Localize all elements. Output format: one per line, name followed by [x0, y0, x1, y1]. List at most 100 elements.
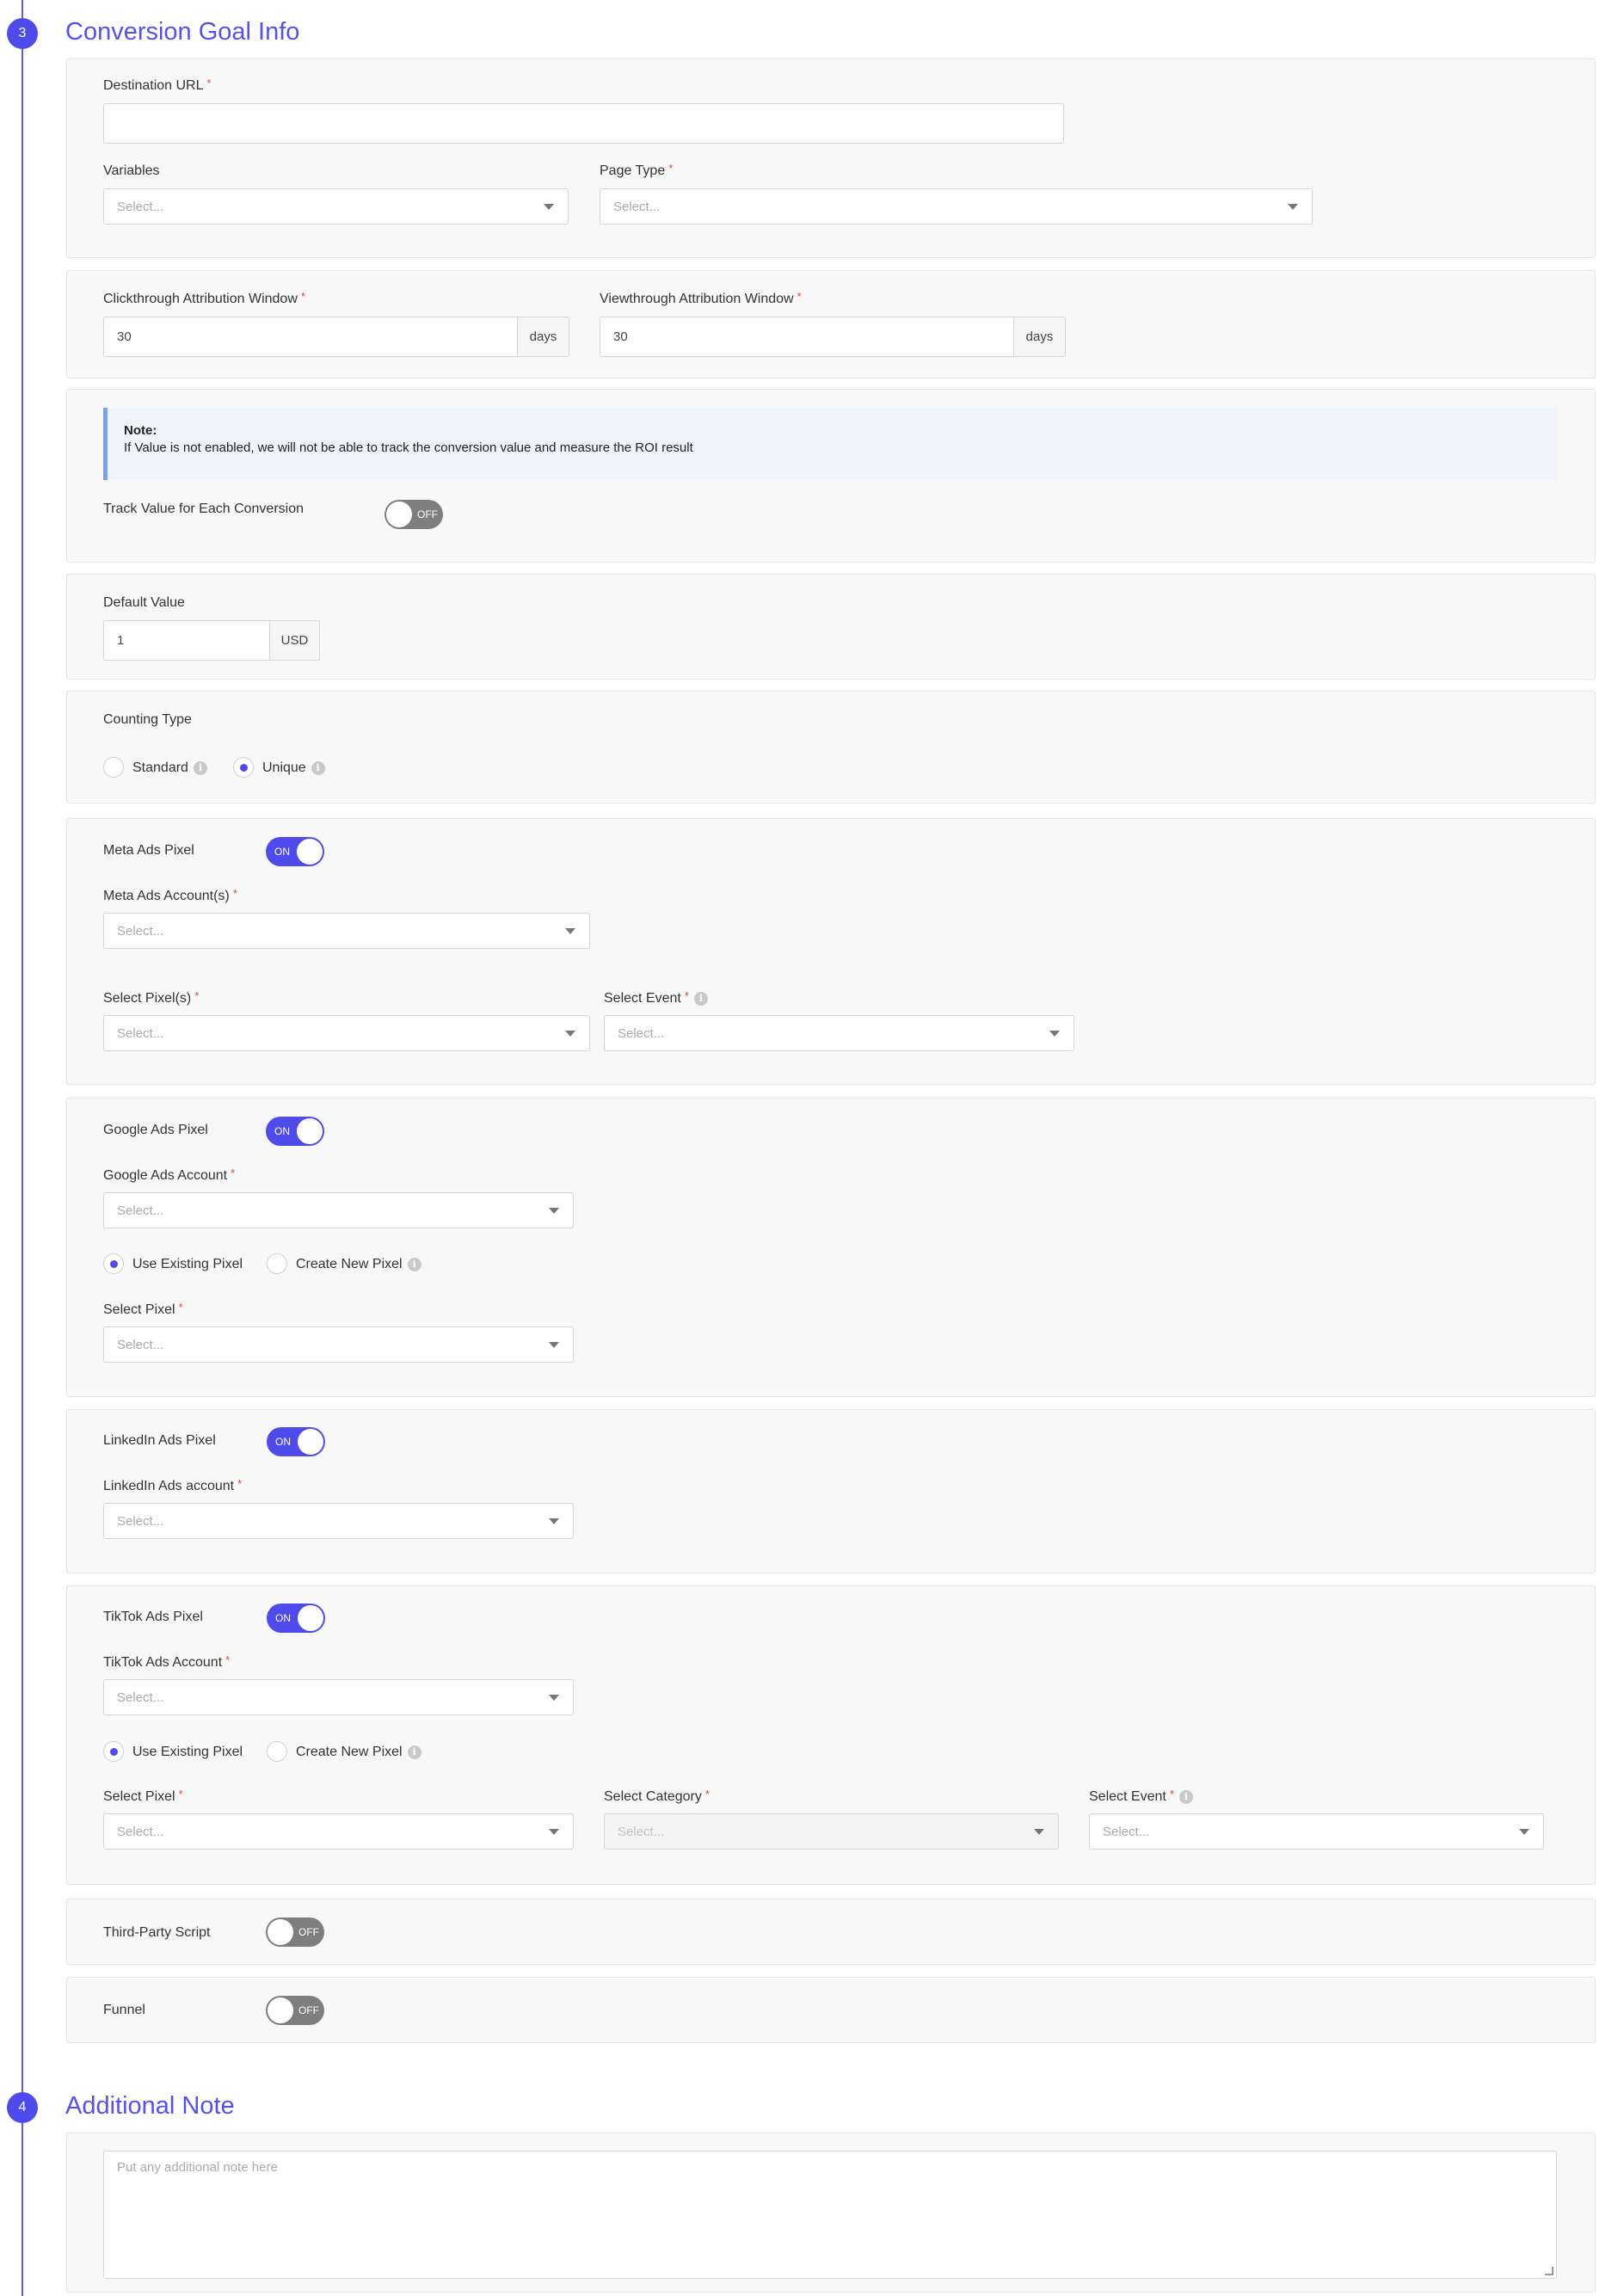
viewthrough-input[interactable]: 30: [600, 317, 1014, 357]
info-icon[interactable]: i: [693, 991, 708, 1006]
chevron-down-icon: [549, 1342, 559, 1348]
google-pixel-label: Google Ads Pixel: [103, 1123, 208, 1137]
tiktok-pixel-card: TikTok Ads Pixel ON TikTok Ads Account * …: [66, 1585, 1596, 1885]
track-value-card: Note: If Value is not enabled, we will n…: [66, 389, 1596, 563]
resize-handle-icon[interactable]: [1545, 2267, 1553, 2275]
unique-option[interactable]: Unique i: [262, 760, 325, 776]
chevron-down-icon: [1049, 1031, 1060, 1037]
linkedin-pixel-label: LinkedIn Ads Pixel: [103, 1433, 216, 1448]
timeline-line: [22, 0, 23, 2296]
info-icon[interactable]: i: [1178, 1789, 1193, 1804]
info-icon[interactable]: i: [311, 760, 325, 775]
default-value-input[interactable]: 1: [103, 620, 270, 661]
tiktok-pixel-toggle[interactable]: ON: [267, 1604, 325, 1633]
viewthrough-unit: days: [1014, 317, 1066, 357]
additional-note-card: Put any additional note here: [66, 2133, 1596, 2293]
meta-pixel-card: Meta Ads Pixel ON Meta Ads Account(s) * S…: [66, 818, 1596, 1085]
destination-url-label: Destination URL *: [103, 77, 212, 93]
chevron-down-icon: [1288, 204, 1298, 210]
funnel-card: Funnel OFF: [66, 1977, 1596, 2043]
info-icon[interactable]: i: [407, 1257, 421, 1271]
note-title: Note:: [124, 423, 157, 438]
meta-pixel-select-label: Select Pixel(s) *: [103, 989, 200, 1006]
standard-option[interactable]: Standard i: [132, 760, 207, 776]
clickthrough-input[interactable]: 30: [103, 317, 518, 357]
tiktok-use-existing-radio[interactable]: [103, 1741, 124, 1762]
tiktok-account-label: TikTok Ads Account *: [103, 1653, 231, 1670]
chevron-down-icon: [549, 1695, 559, 1701]
google-pixel-card: Google Ads Pixel ON Google Ads Account * …: [66, 1098, 1596, 1397]
chevron-down-icon: [1519, 1829, 1529, 1835]
third-party-toggle[interactable]: OFF: [266, 1917, 324, 1947]
page-type-label: Page Type *: [600, 162, 674, 178]
google-pixel-select-label: Select Pixel *: [103, 1301, 183, 1317]
info-icon[interactable]: i: [407, 1745, 421, 1759]
section-title-conversion: Conversion Goal Info: [65, 18, 300, 46]
google-use-existing-radio[interactable]: [103, 1253, 124, 1274]
google-account-label: Google Ads Account *: [103, 1166, 236, 1183]
meta-event-label: Select Event * i: [604, 989, 708, 1006]
section-title-additional-note: Additional Note: [65, 2092, 235, 2120]
google-use-existing-option[interactable]: Use Existing Pixel: [132, 1257, 243, 1272]
default-value-card: Default Value 1 USD: [66, 574, 1596, 680]
chevron-down-icon: [544, 204, 554, 210]
variables-select[interactable]: Select...: [103, 188, 569, 225]
tiktok-category-label: Select Category *: [604, 1788, 710, 1804]
google-pixel-toggle[interactable]: ON: [266, 1117, 324, 1146]
tiktok-category-select[interactable]: Select...: [604, 1813, 1059, 1850]
chevron-down-icon: [1034, 1829, 1044, 1835]
tiktok-create-new-option[interactable]: Create New Pixel i: [296, 1745, 421, 1760]
chevron-down-icon: [549, 1518, 559, 1524]
tiktok-use-existing-option[interactable]: Use Existing Pixel: [132, 1745, 243, 1760]
google-account-select[interactable]: Select...: [103, 1192, 574, 1228]
track-value-toggle[interactable]: OFF: [385, 500, 443, 529]
destination-url-input[interactable]: [103, 103, 1064, 144]
additional-note-textarea[interactable]: Put any additional note here: [103, 2151, 1557, 2279]
google-create-new-radio[interactable]: [267, 1253, 287, 1274]
counting-type-card: Counting Type Standard i Unique i: [66, 691, 1596, 803]
third-party-label: Third-Party Script: [103, 1925, 211, 1940]
unique-radio[interactable]: [233, 757, 254, 778]
linkedin-account-label: LinkedIn Ads account *: [103, 1477, 243, 1493]
destination-card: Destination URL * Variables Select... Pag…: [66, 58, 1596, 258]
tiktok-account-select[interactable]: Select...: [103, 1679, 574, 1715]
third-party-card: Third-Party Script OFF: [66, 1899, 1596, 1965]
default-value-label: Default Value: [103, 595, 185, 610]
google-create-new-option[interactable]: Create New Pixel i: [296, 1257, 421, 1272]
default-value-unit: USD: [270, 620, 320, 661]
linkedin-pixel-card: LinkedIn Ads Pixel ON LinkedIn Ads accou…: [66, 1409, 1596, 1573]
chevron-down-icon: [565, 1031, 575, 1037]
chevron-down-icon: [565, 928, 575, 934]
linkedin-pixel-toggle[interactable]: ON: [267, 1427, 325, 1456]
meta-pixel-select[interactable]: Select...: [103, 1015, 590, 1051]
note-text: If Value is not enabled, we will not be …: [124, 440, 693, 455]
info-icon[interactable]: i: [193, 760, 207, 775]
linkedin-account-select[interactable]: Select...: [103, 1503, 574, 1539]
funnel-toggle[interactable]: OFF: [266, 1996, 324, 2025]
page-type-select[interactable]: Select...: [600, 188, 1313, 225]
note-banner: Note: If Value is not enabled, we will n…: [103, 408, 1557, 480]
tiktok-event-select[interactable]: Select...: [1089, 1813, 1544, 1850]
chevron-down-icon: [549, 1829, 559, 1835]
meta-pixel-label: Meta Ads Pixel: [103, 843, 194, 858]
counting-type-label: Counting Type: [103, 712, 192, 727]
standard-radio[interactable]: [103, 757, 124, 778]
step-3-badge: 3: [7, 18, 38, 49]
chevron-down-icon: [549, 1208, 559, 1214]
tiktok-pixel-label: TikTok Ads Pixel: [103, 1610, 203, 1624]
meta-event-select[interactable]: Select...: [604, 1015, 1074, 1051]
variables-label: Variables: [103, 163, 160, 178]
meta-pixel-toggle[interactable]: ON: [266, 837, 324, 866]
funnel-label: Funnel: [103, 2003, 145, 2017]
tiktok-pixel-select[interactable]: Select...: [103, 1813, 574, 1850]
google-pixel-select[interactable]: Select...: [103, 1327, 574, 1363]
clickthrough-label: Clickthrough Attribution Window *: [103, 290, 305, 306]
meta-account-label: Meta Ads Account(s) *: [103, 887, 237, 903]
attribution-card: Clickthrough Attribution Window * 30 days…: [66, 270, 1596, 379]
viewthrough-label: Viewthrough Attribution Window *: [600, 290, 802, 306]
tiktok-pixel-select-label: Select Pixel *: [103, 1788, 183, 1804]
meta-account-select[interactable]: Select...: [103, 913, 590, 949]
clickthrough-unit: days: [518, 317, 569, 357]
tiktok-create-new-radio[interactable]: [267, 1741, 287, 1762]
step-4-badge: 4: [7, 2092, 38, 2123]
